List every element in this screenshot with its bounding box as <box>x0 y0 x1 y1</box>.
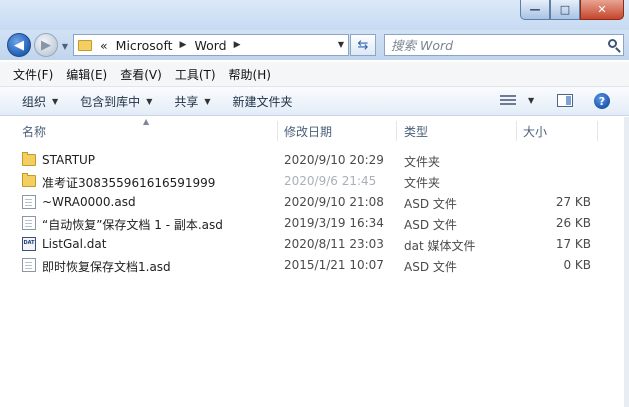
file-type: ASD 文件 <box>404 218 457 232</box>
menu-view[interactable]: 查看(V) <box>120 66 162 83</box>
chevron-down-icon: ▼ <box>52 96 59 106</box>
arrow-right-icon: ▶ <box>41 37 51 53</box>
file-date: 2015/1/21 10:07 <box>284 258 384 272</box>
file-row[interactable]: 准考证308355961616591999 2020/9/6 21:45 文件夹 <box>0 171 629 192</box>
breadcrumb-microsoft[interactable]: Microsoft <box>116 38 173 53</box>
file-name: ~WRA0000.asd <box>42 195 136 209</box>
file-size: 26 KB <box>555 216 591 230</box>
include-in-library-button[interactable]: 包含到库中 ▼ <box>80 93 152 110</box>
document-icon <box>22 195 36 209</box>
help-icon[interactable]: ? <box>594 93 610 109</box>
file-name: ListGal.dat <box>42 237 107 251</box>
minimize-button[interactable]: — <box>520 0 550 20</box>
maximize-button[interactable]: □ <box>550 0 580 20</box>
include-library-label: 包含到库中 <box>80 94 141 109</box>
chevron-down-icon: ▼ <box>146 96 153 106</box>
title-bar: — □ ✕ <box>0 0 629 30</box>
recent-pages-dropdown[interactable]: ▼ <box>60 41 70 51</box>
menu-tools[interactable]: 工具(T) <box>175 66 216 83</box>
organize-label: 组织 <box>22 94 47 109</box>
file-row[interactable]: ListGal.dat 2020/8/11 23:03 dat 媒体文件 17 … <box>0 234 629 255</box>
dat-file-icon <box>22 237 36 251</box>
file-date: 2020/9/10 20:29 <box>284 153 384 167</box>
new-folder-label: 新建文件夹 <box>232 94 293 109</box>
window-border <box>624 117 629 407</box>
column-divider[interactable] <box>516 121 517 141</box>
document-icon <box>22 258 36 272</box>
command-bar: 组织 ▼ 包含到库中 ▼ 共享 ▼ 新建文件夹 ▼ ? <box>0 87 629 116</box>
file-size: 17 KB <box>555 237 591 251</box>
menu-edit[interactable]: 编辑(E) <box>66 66 107 83</box>
view-options-dropdown[interactable]: ▼ <box>528 96 534 105</box>
file-row[interactable]: ~WRA0000.asd 2020/9/10 21:08 ASD 文件 27 K… <box>0 192 629 213</box>
menu-bar: 文件(F) 编辑(E) 查看(V) 工具(T) 帮助(H) <box>0 62 629 87</box>
chevron-down-icon: ▼ <box>204 96 211 106</box>
forward-button[interactable]: ▶ <box>34 33 58 57</box>
column-date-modified[interactable]: 修改日期 <box>284 123 332 140</box>
document-icon <box>22 216 36 230</box>
explorer-window: — □ ✕ ◀ ▶ ▼ « Microsoft ▶ Word ▶ ▼ ⇆ 文件(… <box>0 0 629 407</box>
file-type: 文件夹 <box>404 176 441 190</box>
address-row: ◀ ▶ ▼ « Microsoft ▶ Word ▶ ▼ ⇆ <box>0 30 629 60</box>
new-folder-button[interactable]: 新建文件夹 <box>233 93 293 110</box>
column-divider[interactable] <box>597 121 598 141</box>
file-type: 文件夹 <box>404 155 441 169</box>
breadcrumb-overflow[interactable]: « <box>100 38 108 53</box>
column-size[interactable]: 大小 <box>523 123 547 140</box>
file-size: 27 KB <box>555 195 591 209</box>
file-size: 0 KB <box>563 258 591 272</box>
column-divider[interactable] <box>396 121 397 141</box>
breadcrumb-separator-icon[interactable]: ▶ <box>234 40 241 50</box>
address-bar[interactable]: « Microsoft ▶ Word ▶ ▼ <box>73 34 349 56</box>
column-header: ▲ 名称 修改日期 类型 大小 <box>0 117 629 143</box>
organize-button[interactable]: 组织 ▼ <box>22 93 58 110</box>
search-icon[interactable] <box>608 39 617 48</box>
close-button[interactable]: ✕ <box>580 0 624 20</box>
share-label: 共享 <box>174 94 199 109</box>
file-date: 2020/9/10 21:08 <box>284 195 384 209</box>
breadcrumb-separator-icon[interactable]: ▶ <box>180 40 187 50</box>
file-type: ASD 文件 <box>404 260 457 274</box>
refresh-button[interactable]: ⇆ <box>350 34 376 56</box>
refresh-arrows-icon: ⇆ <box>357 37 369 53</box>
menu-help[interactable]: 帮助(H) <box>229 66 271 83</box>
chevron-down-icon[interactable]: ▼ <box>338 40 344 49</box>
search-box[interactable] <box>384 34 624 56</box>
file-row[interactable]: 即时恢复保存文档1.asd 2015/1/21 10:07 ASD 文件 0 K… <box>0 255 629 276</box>
file-name: 准考证308355961616591999 <box>42 176 216 190</box>
share-button[interactable]: 共享 ▼ <box>174 93 210 110</box>
column-type[interactable]: 类型 <box>404 123 428 140</box>
file-name: STARTUP <box>42 153 96 167</box>
search-input[interactable] <box>391 37 596 53</box>
folder-icon <box>22 173 36 187</box>
file-type: dat 媒体文件 <box>404 239 476 253</box>
file-date: 2020/9/6 21:45 <box>284 174 377 188</box>
column-name[interactable]: 名称 <box>22 123 46 140</box>
column-divider[interactable] <box>277 121 278 141</box>
file-name: 即时恢复保存文档1.asd <box>42 260 171 274</box>
preview-pane-icon[interactable] <box>557 94 573 107</box>
breadcrumb-word[interactable]: Word <box>194 38 226 53</box>
details-view-icon[interactable] <box>500 95 516 107</box>
file-row[interactable]: “自动恢复”保存文档 1 - 副本.asd 2019/3/19 16:34 AS… <box>0 213 629 234</box>
file-name: “自动恢复”保存文档 1 - 副本.asd <box>42 218 223 232</box>
menu-file[interactable]: 文件(F) <box>13 66 53 83</box>
sort-ascending-icon: ▲ <box>143 117 150 126</box>
file-date: 2019/3/19 16:34 <box>284 216 384 230</box>
arrow-left-icon: ◀ <box>14 37 24 53</box>
folder-icon <box>78 39 92 51</box>
file-date: 2020/8/11 23:03 <box>284 237 384 251</box>
back-button[interactable]: ◀ <box>7 33 31 57</box>
file-type: ASD 文件 <box>404 197 457 211</box>
screen-glare <box>257 178 281 194</box>
file-row[interactable]: STARTUP 2020/9/10 20:29 文件夹 <box>0 150 629 171</box>
folder-icon <box>22 152 36 166</box>
